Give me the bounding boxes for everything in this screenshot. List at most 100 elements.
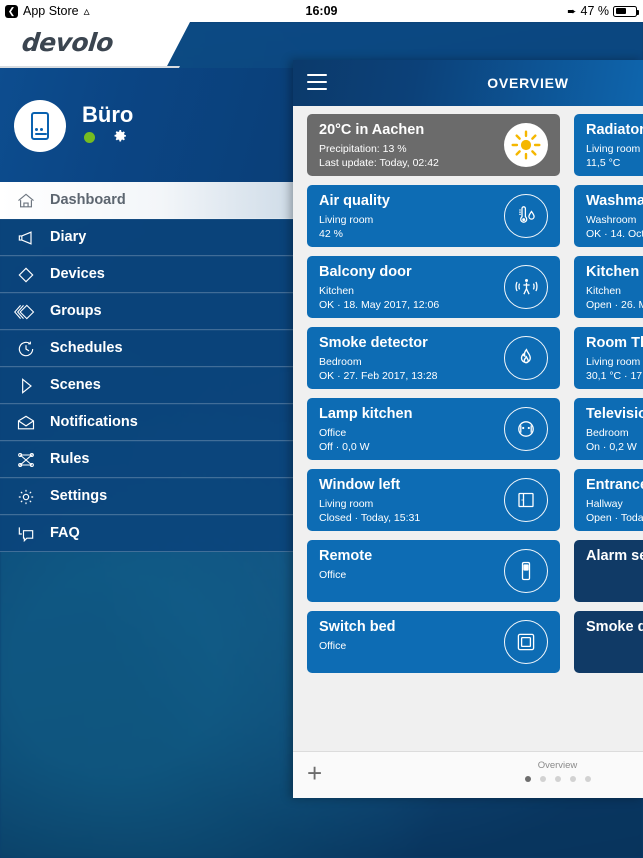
window-icon — [504, 478, 548, 522]
battery-percent-label: 47 % — [580, 4, 610, 18]
brand-banner-underline — [0, 66, 180, 68]
dashboard-card-remote[interactable]: Remote Office — [307, 540, 560, 602]
sidebar-item-label: Groups — [50, 303, 102, 320]
dashboard-card-air-quality[interactable]: Air quality Living room 42 % — [307, 185, 560, 247]
gear-icon — [13, 485, 39, 509]
gear-icon[interactable] — [112, 128, 128, 148]
card-title: Entrance door — [586, 477, 643, 493]
sidebar-item-label: Scenes — [50, 377, 101, 394]
card-subline-2: OK · 14. Oct 2017 — [586, 227, 643, 240]
page-dot[interactable] — [584, 776, 591, 782]
sidebar-item-label: Notifications — [50, 414, 138, 431]
sidebar-item-faq[interactable]: FAQ — [0, 515, 293, 552]
flame-icon — [504, 336, 548, 380]
speech-bubbles-icon — [13, 522, 39, 546]
card-subline-1: Hallway — [586, 497, 623, 510]
dashboard-card-switch-bed[interactable]: Switch bed Office — [307, 611, 560, 673]
status-badge — [84, 132, 95, 143]
dashboard-cards-area: 20°C in Aachen Precipitation: 13 % Last … — [293, 106, 643, 751]
sidebar-item-settings[interactable]: Settings — [0, 478, 293, 515]
sidebar-item-label: Settings — [50, 488, 108, 505]
dashboard-card-radiator[interactable]: Radiator Living room 11,5 °C — [574, 114, 643, 176]
megaphone-icon — [13, 226, 39, 250]
dashboard-card-window-left[interactable]: Window left Living room Closed · Today, … — [307, 469, 560, 531]
dashboard-card-alarm-sensor[interactable]: Alarm sensor — [574, 540, 643, 602]
dashboard-card-balcony-door[interactable]: Balcony door Kitchen OK · 18. May 2017, … — [307, 256, 560, 318]
card-subline-2: Open · 26. May 2017 — [586, 298, 643, 311]
status-bar-right: ➨ 47 % — [567, 4, 639, 18]
dashboard-card-washmachine[interactable]: Washmachine Washroom OK · 14. Oct 2017 — [574, 185, 643, 247]
thermometer-humidity-icon — [504, 194, 548, 238]
sidebar-item-label: Dashboard — [50, 192, 126, 209]
sidebar-item-scenes[interactable]: Scenes — [0, 367, 293, 404]
card-title: Television — [586, 406, 643, 422]
sidebar-item-diary[interactable]: Diary — [0, 219, 293, 256]
main-panel: OVERVIEW 20°C in Aachen Precipitation: 1… — [293, 60, 643, 798]
page-dot[interactable] — [554, 776, 561, 782]
room-name: Büro — [82, 102, 134, 127]
wall-switch-icon — [504, 620, 548, 664]
card-subline-1: Living room — [586, 142, 641, 155]
card-title: Radiator — [586, 122, 643, 138]
remote-control-icon — [504, 549, 548, 593]
sidebar-item-dashboard[interactable]: Dashboard — [0, 182, 293, 219]
sidebar-item-label: Devices — [50, 266, 105, 283]
sidebar-item-label: Schedules — [50, 340, 123, 357]
page-dot[interactable] — [569, 776, 576, 782]
card-subline-1: Living room — [586, 355, 641, 368]
dashboard-card-kitchen-window[interactable]: Kitchen window Kitchen Open · 26. May 20… — [574, 256, 643, 318]
card-subline-1: Washroom — [586, 213, 637, 226]
card-subline-2: Open · Today, 15:30 — [586, 511, 643, 524]
sidebar-item-label: FAQ — [50, 525, 80, 542]
layered-diamonds-icon — [13, 300, 39, 324]
ios-status-bar: ❮ App Store ▵ 16:09 ➨ 47 % — [0, 0, 643, 22]
clock-icon — [13, 337, 39, 361]
dashboard-card-lamp-kitchen[interactable]: Lamp kitchen Office Off · 0,0 W — [307, 398, 560, 460]
sidebar-item-label: Rules — [50, 451, 90, 468]
card-subline-2: 30,1 °C · 17,0 °C — [586, 369, 643, 382]
app-topbar: OVERVIEW — [293, 60, 643, 106]
location-arrow-icon: ➨ — [567, 5, 577, 18]
app-root: ❮ App Store ▵ 16:09 ➨ 47 % Büro Dashboar… — [0, 0, 643, 858]
sidebar-item-devices[interactable]: Devices — [0, 256, 293, 293]
sidebar-item-label: Diary — [50, 229, 87, 246]
card-subline-2: On · 0,2 W — [586, 440, 637, 453]
play-triangle-icon — [13, 374, 39, 398]
page-indicator-label: Overview — [537, 760, 578, 771]
avatar[interactable] — [14, 100, 66, 152]
sidebar-item-schedules[interactable]: Schedules — [0, 330, 293, 367]
home-icon — [13, 189, 39, 213]
card-title: Room Thermostat — [586, 335, 643, 351]
motion-sensor-icon — [504, 265, 548, 309]
card-title: Kitchen window — [586, 264, 643, 280]
dashboard-card-weather[interactable]: 20°C in Aachen Precipitation: 13 % Last … — [307, 114, 560, 176]
page-dot[interactable] — [539, 776, 546, 782]
dashboard-card-smoke-detector-2[interactable]: Smoke detector — [574, 611, 643, 673]
plus-icon[interactable]: + — [307, 760, 331, 786]
page-dot[interactable] — [524, 776, 531, 782]
page-indicator: Overview — [485, 760, 630, 782]
socket-icon — [504, 407, 548, 451]
page-title: OVERVIEW — [487, 75, 569, 91]
dashboard-card-television[interactable]: Television Bedroom On · 0,2 W — [574, 398, 643, 460]
devolo-logo: devolo — [20, 28, 115, 57]
card-subline-1: Kitchen — [586, 284, 622, 297]
dashboard-cards-grid: 20°C in Aachen Precipitation: 13 % Last … — [307, 114, 643, 673]
sidebar-nav: Dashboard Diary Devices Groups Schedules… — [0, 182, 293, 552]
card-title: Smoke detector — [586, 619, 643, 635]
dashboard-card-entrance-door[interactable]: Entrance door Hallway Open · Today, 15:3… — [574, 469, 643, 531]
battery-icon — [613, 5, 639, 17]
dashboard-card-room-thermostat[interactable]: Room Thermostat Living room 30,1 °C · 17… — [574, 327, 643, 389]
sidebar-item-rules[interactable]: Rules — [0, 441, 293, 478]
page-dots — [485, 776, 630, 782]
envelope-icon — [13, 411, 39, 435]
powerline-adapter-icon — [31, 112, 49, 140]
sidebar-item-notifications[interactable]: Notifications — [0, 404, 293, 441]
status-bar-time: 16:09 — [305, 4, 338, 18]
diamond-icon — [13, 263, 39, 287]
sidebar-item-groups[interactable]: Groups — [0, 293, 293, 330]
sun-icon — [504, 123, 548, 167]
sidebar: Büro Dashboard Diary Devices Groups Sche… — [0, 22, 293, 858]
card-subline-1: Bedroom — [586, 426, 629, 439]
dashboard-card-smoke-detector[interactable]: Smoke detector Bedroom OK · 27. Feb 2017… — [307, 327, 560, 389]
